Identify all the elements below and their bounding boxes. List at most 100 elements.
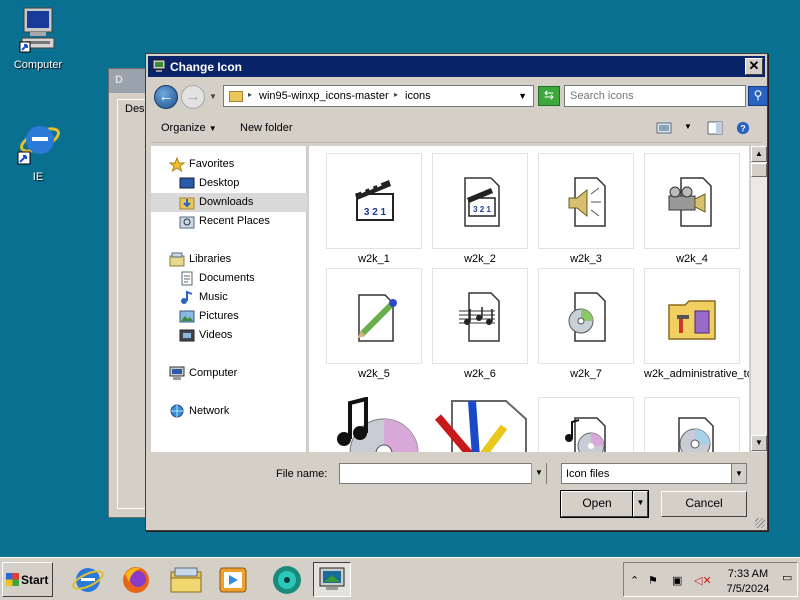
help-icon[interactable]: ? bbox=[735, 121, 751, 135]
search-button[interactable]: ⚲ bbox=[748, 86, 768, 106]
sidebar-item-label: Downloads bbox=[199, 196, 254, 208]
file-item[interactable]: w2k_7 bbox=[538, 268, 634, 381]
file-name: w2k_1 bbox=[358, 253, 390, 265]
file-item[interactable]: 3 2 1 w2k_2 bbox=[432, 153, 528, 266]
taskbar-app-ie[interactable] bbox=[69, 562, 107, 597]
scroll-down-button[interactable]: ▼ bbox=[751, 435, 767, 451]
file-name-dropdown[interactable]: ▼ bbox=[531, 463, 546, 484]
file-name: w2k_3 bbox=[570, 253, 602, 265]
refresh-icon: ⇆ bbox=[543, 88, 555, 102]
start-button[interactable]: Start bbox=[2, 562, 53, 597]
search-input[interactable] bbox=[564, 85, 746, 107]
scroll-thumb[interactable] bbox=[751, 163, 767, 177]
file-thumbnail bbox=[326, 268, 422, 364]
sidebar-item-videos[interactable]: Videos bbox=[151, 326, 307, 345]
organize-menu[interactable]: Organize ▼ bbox=[161, 122, 217, 134]
file-thumbnail bbox=[538, 153, 634, 249]
network-status-icon[interactable]: ▣ bbox=[672, 574, 682, 587]
breadcrumb-separator-icon[interactable]: ▸ bbox=[394, 90, 398, 99]
open-options-dropdown[interactable]: ▼ bbox=[632, 490, 649, 518]
file-thumbnail bbox=[538, 268, 634, 364]
volume-muted-icon[interactable]: ◁✕ bbox=[694, 574, 712, 587]
file-item[interactable]: w2k_6 bbox=[432, 268, 528, 381]
notification-icon[interactable]: ▭ bbox=[782, 571, 792, 584]
sidebar-item-downloads[interactable]: Downloads bbox=[151, 193, 307, 212]
sidebar-item-computer[interactable]: Computer bbox=[151, 364, 307, 383]
cd-doc-icon bbox=[678, 417, 714, 452]
music-sheet-file-icon bbox=[459, 292, 500, 342]
close-button[interactable]: ✕ bbox=[745, 58, 763, 75]
file-item[interactable] bbox=[538, 397, 634, 452]
file-name-input[interactable] bbox=[339, 463, 547, 484]
file-item[interactable]: 3 2 1 w2k_1 bbox=[326, 153, 422, 266]
sidebar-item-label: Music bbox=[199, 291, 228, 303]
file-item[interactable] bbox=[432, 397, 528, 452]
taskbar-app-media-player[interactable] bbox=[214, 562, 252, 597]
open-button[interactable]: Open bbox=[560, 490, 634, 518]
file-item[interactable]: w2k_administrative_tools bbox=[644, 268, 749, 381]
sidebar-item-libraries[interactable]: Libraries bbox=[151, 250, 307, 269]
file-thumbnail: 3 2 1 bbox=[326, 153, 422, 249]
organize-label: Organize bbox=[161, 122, 206, 134]
network-icon bbox=[170, 404, 184, 418]
refresh-button[interactable]: ⇆ bbox=[538, 86, 560, 106]
address-bar[interactable]: ▸ win95-winxp_icons-master ▸ icons ▼ bbox=[223, 85, 534, 107]
recent-locations-dropdown[interactable]: ▼ bbox=[209, 92, 217, 101]
chevron-down-icon: ▼ bbox=[208, 124, 217, 133]
sidebar-item-desktop[interactable]: Desktop bbox=[151, 174, 307, 193]
display-properties-icon bbox=[319, 567, 345, 590]
sidebar-item-label: Desktop bbox=[199, 177, 240, 189]
file-name: w2k_7 bbox=[570, 368, 602, 380]
file-item[interactable]: w2k_5 bbox=[326, 268, 422, 381]
file-name: w2k_administrative_tools bbox=[644, 368, 749, 380]
title-bar[interactable]: Change Icon ✕ bbox=[148, 56, 765, 77]
back-button[interactable]: ← bbox=[154, 85, 178, 109]
clock-date: 7/5/2024 bbox=[726, 583, 770, 595]
view-options-dropdown[interactable]: ▼ bbox=[684, 122, 692, 131]
file-type-select[interactable]: Icon files bbox=[561, 463, 747, 484]
sidebar-item-pictures[interactable]: Pictures bbox=[151, 307, 307, 326]
file-item[interactable]: w2k_3 bbox=[538, 153, 634, 266]
action-center-flag-icon[interactable]: ⚑ bbox=[648, 574, 658, 587]
camera-file-icon bbox=[668, 177, 712, 227]
desktop-icon-computer[interactable]: Computer bbox=[6, 6, 70, 71]
sidebar-item-label: Videos bbox=[199, 329, 233, 341]
arrow-right-icon: → bbox=[185, 88, 201, 105]
file-item[interactable] bbox=[326, 396, 422, 452]
breadcrumb-item[interactable]: win95-winxp_icons-master bbox=[259, 90, 389, 102]
desktop-icon bbox=[179, 177, 195, 189]
taskbar: Start ⌃ ⚑ ▣ ◁✕ 7:33 AM 7/5/2024 ▭ bbox=[0, 557, 800, 600]
music-cd-icon bbox=[337, 396, 419, 452]
forward-button[interactable]: → bbox=[181, 85, 205, 109]
resize-grip[interactable] bbox=[755, 518, 765, 528]
file-thumbnail bbox=[432, 397, 528, 452]
breadcrumb-separator-icon[interactable]: ▸ bbox=[248, 90, 252, 99]
file-name: w2k_4 bbox=[676, 253, 708, 265]
sidebar-item-documents[interactable]: Documents bbox=[151, 269, 307, 288]
breadcrumb-item[interactable]: icons bbox=[405, 90, 431, 102]
file-thumbnail bbox=[644, 153, 740, 249]
new-folder-button[interactable]: New folder bbox=[240, 122, 293, 134]
scroll-up-button[interactable]: ▲ bbox=[751, 146, 767, 162]
desktop-icon-ie[interactable]: IE bbox=[6, 120, 70, 183]
chevron-down-icon[interactable]: ▼ bbox=[518, 91, 527, 101]
file-type-dropdown[interactable]: ▼ bbox=[731, 463, 747, 484]
file-list-scrollbar[interactable]: ▲ ▼ bbox=[750, 146, 767, 452]
sidebar-item-favorites[interactable]: Favorites bbox=[151, 155, 307, 174]
taskbar-app-display-properties[interactable] bbox=[313, 562, 351, 597]
show-hidden-icons-icon[interactable]: ⌃ bbox=[630, 574, 639, 587]
file-item[interactable]: w2k_4 bbox=[644, 153, 740, 266]
sidebar-item-music[interactable]: Music bbox=[151, 288, 307, 307]
disc-app-icon bbox=[273, 566, 301, 594]
libraries-icon bbox=[169, 252, 185, 267]
sidebar-item-network[interactable]: Network bbox=[151, 402, 307, 421]
sidebar-item-recent-places[interactable]: Recent Places bbox=[151, 212, 307, 231]
preview-pane-icon[interactable] bbox=[707, 121, 723, 135]
cancel-button[interactable]: Cancel bbox=[661, 491, 747, 517]
change-view-icon[interactable] bbox=[656, 121, 672, 135]
clock[interactable]: 7:33 AM 7/5/2024 bbox=[717, 567, 779, 597]
taskbar-app-explorer[interactable] bbox=[167, 562, 205, 597]
taskbar-app-firefox[interactable] bbox=[117, 562, 155, 597]
file-item[interactable] bbox=[644, 397, 740, 452]
taskbar-app-disc[interactable] bbox=[268, 562, 306, 597]
